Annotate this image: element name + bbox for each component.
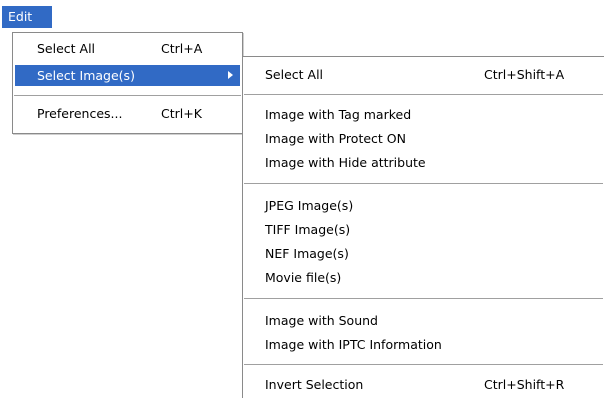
menu-item-label: TIFF Image(s)	[265, 222, 351, 237]
menu-item-label: Select Image(s)	[37, 68, 135, 83]
submenu-arrow-icon	[228, 71, 233, 79]
menu-item-label: JPEG Image(s)	[265, 198, 354, 213]
submenu-item-image-with-hide-attribute[interactable]: Image with Hide attribute	[245, 152, 602, 173]
menu-item-select-all[interactable]: Select All Ctrl+A	[15, 38, 240, 59]
menu-item-shortcut: Ctrl+A	[161, 41, 203, 56]
menu-separator	[244, 94, 603, 96]
menu-item-label: Image with Protect ON	[265, 131, 406, 146]
menu-item-label: Invert Selection	[265, 377, 364, 392]
menu-item-select-images[interactable]: Select Image(s)	[15, 65, 240, 86]
menu-separator	[244, 364, 603, 366]
select-images-submenu: Select All Ctrl+Shift+A Image with Tag m…	[242, 56, 604, 398]
edit-menu: Select All Ctrl+A Select Image(s) Prefer…	[12, 32, 243, 134]
menu-item-label: Image with Hide attribute	[265, 155, 426, 170]
menu-item-shortcut: Ctrl+K	[161, 106, 202, 121]
menu-item-label: Select All	[265, 67, 324, 82]
submenu-item-image-with-protect-on[interactable]: Image with Protect ON	[245, 128, 602, 149]
menu-item-label: Image with IPTC Information	[265, 337, 442, 352]
menu-separator	[244, 298, 603, 300]
menu-item-label: Image with Sound	[265, 313, 378, 328]
menu-item-shortcut: Ctrl+Shift+R	[484, 377, 565, 392]
menu-item-preferences[interactable]: Preferences... Ctrl+K	[15, 103, 240, 124]
submenu-item-select-all[interactable]: Select All Ctrl+Shift+A	[245, 64, 602, 85]
menu-item-shortcut: Ctrl+Shift+A	[484, 67, 565, 82]
submenu-item-image-with-sound[interactable]: Image with Sound	[245, 310, 602, 331]
submenu-item-invert-selection[interactable]: Invert Selection Ctrl+Shift+R	[245, 374, 602, 395]
menu-edit[interactable]: Edit	[2, 6, 52, 28]
menu-bar: Edit	[0, 0, 604, 29]
submenu-item-nef-images[interactable]: NEF Image(s)	[245, 243, 602, 264]
menu-item-label: NEF Image(s)	[265, 246, 349, 261]
submenu-item-tiff-images[interactable]: TIFF Image(s)	[245, 219, 602, 240]
submenu-item-jpeg-images[interactable]: JPEG Image(s)	[245, 195, 602, 216]
submenu-item-image-with-iptc-information[interactable]: Image with IPTC Information	[245, 334, 602, 355]
menu-item-label: Select All	[37, 41, 96, 56]
menu-separator	[244, 183, 603, 185]
submenu-item-image-with-tag-marked[interactable]: Image with Tag marked	[245, 104, 602, 125]
menu-item-label: Movie file(s)	[265, 270, 342, 285]
menu-item-label: Preferences...	[37, 106, 123, 121]
menu-item-label: Image with Tag marked	[265, 107, 412, 122]
menu-separator	[14, 95, 241, 97]
submenu-item-movie-files[interactable]: Movie file(s)	[245, 267, 602, 288]
